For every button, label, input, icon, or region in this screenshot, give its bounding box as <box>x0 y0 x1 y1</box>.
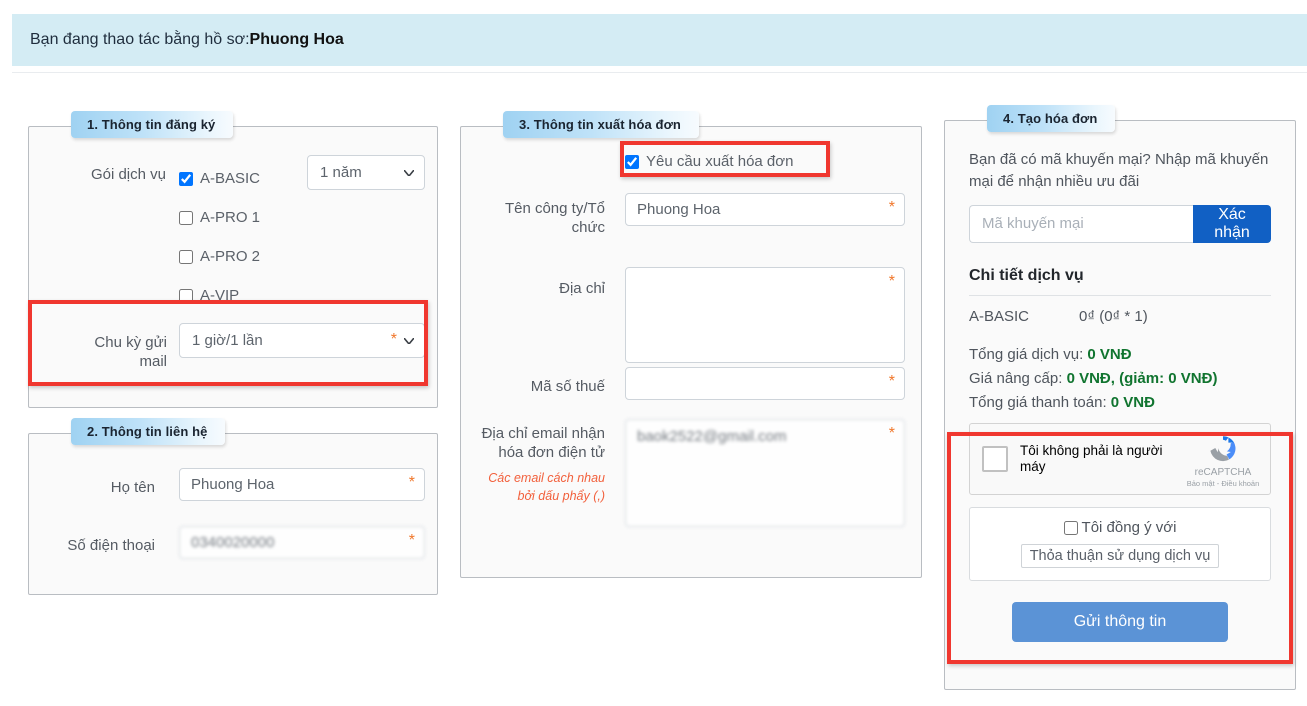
total-payment-label: Tổng giá thanh toán: <box>969 394 1111 412</box>
mail-cycle-select[interactable]: 1 giờ/1 lần <box>179 323 425 358</box>
promo-input-group: Xác nhận <box>969 204 1271 243</box>
banner-profile-name: Phuong Hoa <box>249 31 344 48</box>
recaptcha-branding: reCAPTCHA Bảo mật - Điều khoản <box>1186 432 1260 488</box>
request-invoice-checkbox-row[interactable]: Yêu cầu xuất hóa đơn <box>625 153 793 170</box>
upgrade-price-row: Giá nâng cấp: 0 VNĐ, (giảm: 0 VNĐ) <box>969 367 1271 391</box>
checkbox-request-invoice[interactable] <box>625 154 639 169</box>
term-select[interactable]: 1 năm <box>307 155 425 190</box>
company-name-input[interactable] <box>625 193 905 226</box>
checkbox-a-basic[interactable] <box>179 171 193 186</box>
fullname-input[interactable] <box>179 468 425 501</box>
phone-field-wrapper: * <box>179 526 425 559</box>
total-payment-value: 0 VNĐ <box>1110 394 1155 412</box>
recaptcha-label: Tôi không phải là người máy <box>1020 442 1163 475</box>
active-profile-banner: Bạn đang thao tác bằng hồ sơ: Phuong Hoa <box>12 14 1307 66</box>
required-asterisk: * <box>408 474 415 491</box>
service-detail-title: Chi tiết dịch vụ <box>969 266 1084 284</box>
package-option-a-pro-2[interactable]: A-PRO 2 <box>179 237 260 276</box>
service-detail-price: 0₫ (0₫ * 1) <box>1079 307 1148 325</box>
submit-button[interactable]: Gửi thông tin <box>1012 602 1228 643</box>
required-asterisk: * <box>390 331 397 348</box>
recaptcha-brand-name: reCAPTCHA <box>1194 467 1252 479</box>
promo-description: Bạn đã có mã khuyến mại? Nhập mã khuyến … <box>969 151 1269 190</box>
package-label: Gói dịch vụ <box>90 166 166 183</box>
tax-code-field-wrapper: * <box>625 367 905 400</box>
required-asterisk: * <box>888 373 895 390</box>
panel3-legend: 3. Thông tin xuất hóa đơn <box>503 111 699 138</box>
service-detail-name: A-BASIC <box>969 307 1030 325</box>
fullname-label: Họ tên <box>110 479 155 496</box>
total-service-price-label: Tổng giá dịch vụ: <box>969 345 1088 363</box>
panel4-content: Bạn đã có mã khuyến mại? Nhập mã khuyến … <box>945 121 1295 643</box>
required-asterisk: * <box>888 199 895 216</box>
address-field-wrapper: * <box>625 267 905 363</box>
total-service-price-value: 0 VNĐ <box>1087 345 1132 363</box>
invoice-email-label-block: Địa chỉ email nhận hóa đơn điện tử Các e… <box>471 425 605 505</box>
recaptcha-legal-links[interactable]: Bảo mật - Điều khoản <box>1186 479 1260 488</box>
package-option-label: A-PRO 2 <box>200 248 261 265</box>
panel-invoice-info: 3. Thông tin xuất hóa đơn Yêu cầu xuất h… <box>460 111 922 578</box>
phone-label: Số điện thoại <box>67 537 155 554</box>
invoice-email-label: Địa chỉ email nhận hóa đơn điện tử <box>481 425 605 461</box>
terms-checkbox-row[interactable]: Tôi đồng ý với <box>980 519 1260 536</box>
terms-agreement-box: Tôi đồng ý với Thỏa thuận sử dụng dịch v… <box>969 507 1271 582</box>
package-option-a-pro-1[interactable]: A-PRO 1 <box>179 198 260 237</box>
upgrade-price-label: Giá nâng cấp: <box>969 369 1067 387</box>
checkbox-a-vip[interactable] <box>179 288 193 303</box>
checkbox-accept-terms[interactable] <box>1063 520 1078 535</box>
recaptcha-widget[interactable]: Tôi không phải là người máy reCAPTCHA Bả… <box>969 423 1271 496</box>
invoice-email-hint: Các email cách nhau bởi dấu phẩy (,) <box>488 470 605 503</box>
panel-contact-info: 2. Thông tin liên hệ Họ tên * Số điện th… <box>28 418 438 595</box>
price-summary: Tổng giá dịch vụ: 0 VNĐ Giá nâng cấp: 0 … <box>969 343 1271 416</box>
promo-confirm-button[interactable]: Xác nhận <box>1193 204 1271 243</box>
tax-code-input[interactable] <box>625 367 905 400</box>
mail-cycle-select-wrapper[interactable]: 1 giờ/1 lần * <box>179 323 425 358</box>
package-option-label: A-PRO 1 <box>200 209 261 226</box>
promo-code-input[interactable] <box>969 204 1193 243</box>
panel1-legend: 1. Thông tin đăng ký <box>71 111 234 138</box>
package-option-a-vip[interactable]: A-VIP <box>179 276 260 315</box>
package-option-label: A-VIP <box>200 287 240 304</box>
total-service-price-row: Tổng giá dịch vụ: 0 VNĐ <box>969 343 1271 367</box>
checkbox-a-pro-1[interactable] <box>179 210 193 225</box>
address-textarea[interactable] <box>625 267 905 363</box>
package-option-a-basic[interactable]: A-BASIC <box>179 159 260 198</box>
terms-of-service-link[interactable]: Thỏa thuận sử dụng dịch vụ <box>1020 544 1220 569</box>
fullname-field-wrapper: * <box>179 468 425 501</box>
address-label: Địa chỉ <box>559 280 605 297</box>
package-option-list: A-BASIC A-PRO 1 A-PRO 2 A-VIP <box>179 159 260 315</box>
invoice-email-field-wrapper: * <box>625 419 905 527</box>
recaptcha-logo-icon <box>1210 436 1236 462</box>
service-detail-row: A-BASIC 0₫ (0₫ * 1) <box>969 308 1271 325</box>
terms-label: Tôi đồng ý với <box>1081 519 1177 537</box>
tax-code-label: Mã số thuế <box>530 378 605 395</box>
panel-create-invoice: 4. Tạo hóa đơn Bạn đã có mã khuyến mại? … <box>944 105 1296 690</box>
required-asterisk: * <box>408 532 415 549</box>
request-invoice-label: Yêu cầu xuất hóa đơn <box>646 153 794 170</box>
total-payment-row: Tổng giá thanh toán: 0 VNĐ <box>969 391 1271 415</box>
required-asterisk: * <box>888 425 895 442</box>
banner-prefix-text: Bạn đang thao tác bằng hồ sơ: <box>30 31 250 48</box>
panel-registration-info: 1. Thông tin đăng ký Gói dịch vụ A-BASIC… <box>28 111 438 408</box>
service-detail-divider <box>969 294 1271 296</box>
invoice-email-textarea[interactable] <box>625 419 905 527</box>
required-asterisk: * <box>888 273 895 290</box>
upgrade-price-value: 0 VNĐ, (giảm: 0 VNĐ) <box>1066 369 1218 387</box>
company-name-field-wrapper: * <box>625 193 905 226</box>
package-option-label: A-BASIC <box>200 170 261 187</box>
header-divider <box>12 72 1307 73</box>
company-name-label: Tên công ty/Tổ chức <box>504 200 605 236</box>
recaptcha-checkbox[interactable] <box>982 446 1008 473</box>
panel2-legend: 2. Thông tin liên hệ <box>71 418 226 445</box>
phone-input[interactable] <box>179 526 425 559</box>
mail-cycle-label: Chu kỳ gửi mail <box>94 334 167 370</box>
term-select-wrapper[interactable]: 1 năm <box>307 155 425 190</box>
checkbox-a-pro-2[interactable] <box>179 249 193 264</box>
